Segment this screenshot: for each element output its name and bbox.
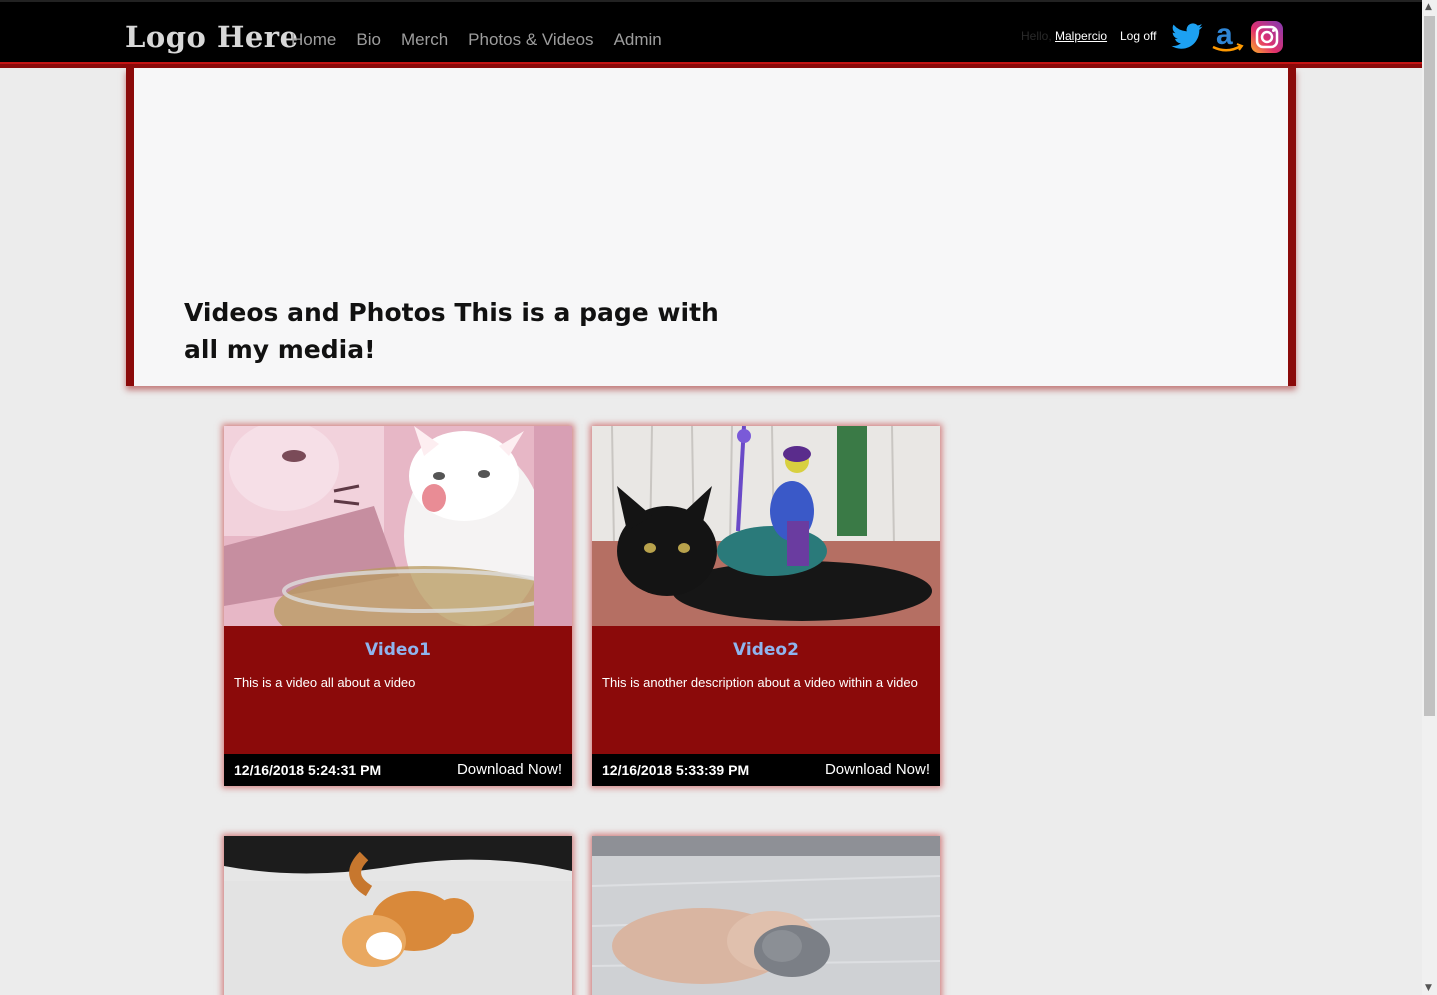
navbar: Logo Here Home Bio Merch Photos & Videos…: [0, 0, 1422, 62]
page-header: Videos and Photos This is a page with al…: [126, 68, 1296, 386]
download-link[interactable]: Download Now!: [457, 761, 562, 778]
brand-logo[interactable]: Logo Here: [125, 20, 299, 54]
nav-link-merch[interactable]: Merch: [401, 30, 448, 50]
card-date: 12/16/2018 5:24:31 PM: [234, 762, 382, 778]
scroll-up-icon[interactable]: ▲: [1425, 2, 1432, 12]
logoff-link[interactable]: Log off: [1120, 29, 1156, 43]
card-footer: 12/16/2018 5:24:31 PM Download Now!: [224, 754, 572, 786]
scroll-down-icon[interactable]: ▼: [1425, 983, 1432, 993]
card-footer: 12/16/2018 5:33:39 PM Download Now!: [592, 754, 940, 786]
media-card: Video2 This is another description about…: [592, 426, 940, 786]
video-thumbnail[interactable]: [592, 836, 940, 995]
card-title-link[interactable]: Video2: [602, 640, 930, 660]
svg-text:a: a: [1216, 20, 1233, 51]
nav-link-home[interactable]: Home: [291, 30, 336, 50]
card-body: Video2 This is another description about…: [592, 626, 940, 754]
card-title-link[interactable]: Video1: [234, 640, 562, 660]
video-thumbnail[interactable]: [224, 836, 572, 995]
video-thumbnail[interactable]: [224, 426, 572, 626]
card-description: This is another description about a vide…: [602, 675, 918, 690]
nav-link-admin[interactable]: Admin: [614, 30, 662, 50]
username-link[interactable]: Malpercio: [1055, 29, 1107, 43]
vertical-scrollbar[interactable]: ▲ ▼: [1422, 0, 1437, 995]
card-description: This is a video all about a video: [234, 675, 416, 690]
page-title: Videos and Photos This is a page with al…: [184, 298, 719, 364]
card-date: 12/16/2018 5:33:39 PM: [602, 762, 750, 778]
download-link[interactable]: Download Now!: [825, 761, 930, 778]
nav-link-photos-videos[interactable]: Photos & Videos: [468, 30, 593, 50]
card-body: Video1 This is a video all about a video: [224, 626, 572, 754]
media-card: Video1 This is a video all about a video…: [224, 426, 572, 786]
media-card: [592, 836, 940, 995]
media-card: [224, 836, 572, 995]
scroll-thumb[interactable]: [1424, 16, 1435, 716]
instagram-icon[interactable]: [1250, 20, 1284, 54]
user-greeting: Hello, Malpercio: [1021, 29, 1107, 43]
twitter-icon[interactable]: [1170, 20, 1204, 54]
hello-text: Hello,: [1021, 29, 1056, 43]
nav-link-bio[interactable]: Bio: [356, 30, 381, 50]
video-thumbnail[interactable]: [592, 426, 940, 626]
nav-links: Home Bio Merch Photos & Videos Admin: [291, 30, 682, 50]
amazon-icon[interactable]: a: [1210, 18, 1244, 54]
